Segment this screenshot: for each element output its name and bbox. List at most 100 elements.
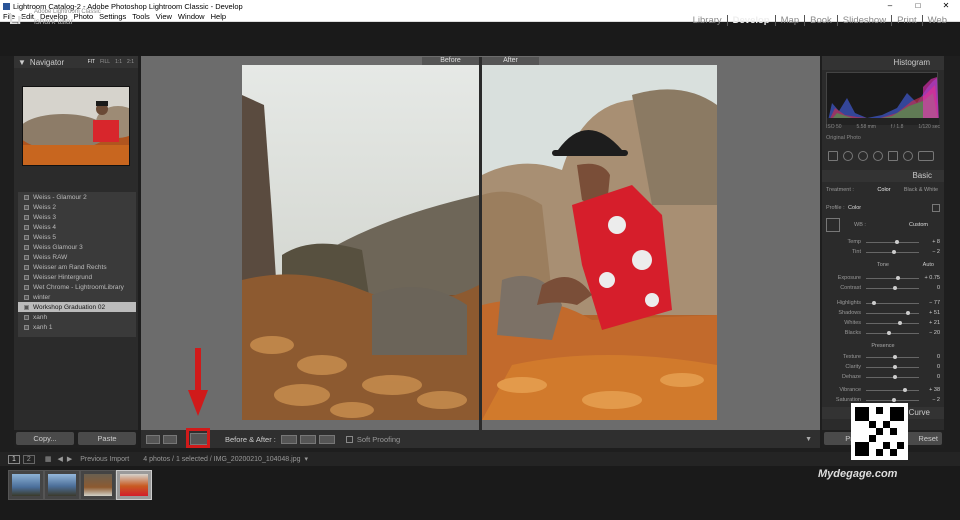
slider-knob[interactable] (895, 239, 900, 244)
minimize-button[interactable]: – (876, 0, 904, 12)
slider-temp[interactable]: Temp + 8 (826, 238, 940, 246)
slider-highlights[interactable]: Highlights − 77 (826, 299, 940, 307)
swap-before-after-button[interactable] (318, 434, 335, 444)
paste-button[interactable]: Paste (78, 432, 136, 445)
adjustment-brush-icon[interactable] (918, 151, 934, 161)
slider-value[interactable]: 0 (922, 364, 940, 370)
preset-item[interactable]: Weiss 3 (18, 212, 136, 222)
slider-knob[interactable] (902, 387, 907, 392)
slider-value[interactable]: + 21 (922, 320, 940, 326)
preset-item[interactable]: Weiss 5 (18, 232, 136, 242)
preset-item[interactable]: Weisser Hintergrund (18, 272, 136, 282)
menu-help[interactable]: Help (211, 12, 226, 21)
grid-icon[interactable] (828, 151, 838, 161)
slider-contrast[interactable]: Contrast 0 (826, 284, 940, 292)
slider-value[interactable]: 0 (922, 354, 940, 360)
toolbar-menu-icon[interactable]: ▼ (805, 436, 812, 443)
slider-blacks[interactable]: Blacks − 20 (826, 329, 940, 337)
slider-texture[interactable]: Texture 0 (826, 353, 940, 361)
preset-item[interactable]: Weiss 2 (18, 202, 136, 212)
slider-track[interactable] (866, 397, 919, 402)
profile-dropdown[interactable]: Color (848, 205, 861, 211)
menu-view[interactable]: View (156, 12, 172, 21)
slider-value[interactable]: + 38 (922, 387, 940, 393)
preset-item[interactable]: xanh (18, 312, 136, 322)
module-library[interactable]: Library (688, 15, 727, 26)
slider-knob[interactable] (887, 330, 892, 335)
slider-track[interactable] (866, 310, 919, 315)
preset-item[interactable]: Wet Chrome - LightroomLibrary (18, 282, 136, 292)
page-2[interactable]: 2 (22, 454, 35, 464)
maximize-button[interactable]: □ (904, 0, 932, 12)
before-image[interactable] (242, 65, 479, 420)
slider-knob[interactable] (892, 285, 897, 290)
slider-knob[interactable] (897, 320, 902, 325)
filmstrip-thumb-selected[interactable] (116, 470, 152, 500)
copy-before-to-after-button[interactable] (280, 434, 297, 444)
preset-item[interactable]: xanh 1 (18, 322, 136, 332)
before-after-left-right-button[interactable] (163, 434, 177, 444)
menu-tools[interactable]: Tools (132, 12, 150, 21)
preset-item[interactable]: Weiss - Glamour 2 (18, 192, 136, 202)
slider-knob[interactable] (892, 364, 897, 369)
slider-track[interactable] (866, 249, 919, 254)
zoom-fill[interactable]: FILL (100, 59, 110, 65)
preset-item[interactable]: Weiss 4 (18, 222, 136, 232)
preset-item[interactable]: Weiss RAW (18, 252, 136, 262)
module-develop[interactable]: Develop (726, 15, 775, 26)
slider-track[interactable] (866, 239, 919, 244)
filmstrip-dropdown-icon[interactable]: ▾ (304, 455, 308, 463)
zoom-1-1[interactable]: 1:1 (115, 59, 122, 65)
slider-value[interactable]: + 8 (922, 239, 940, 245)
slider-track[interactable] (866, 364, 919, 369)
filmstrip-thumb[interactable] (8, 470, 44, 500)
copy-button[interactable]: Copy... (16, 432, 74, 445)
filmstrip-thumb[interactable] (44, 470, 80, 500)
treatment-bw[interactable]: Black & White (902, 187, 940, 193)
slider-clarity[interactable]: Clarity 0 (826, 363, 940, 371)
module-book[interactable]: Book (804, 15, 837, 26)
slider-track[interactable] (866, 330, 919, 335)
slider-knob[interactable] (891, 249, 896, 254)
radial-filter-icon[interactable] (903, 151, 913, 161)
slider-value[interactable]: + 51 (922, 310, 940, 316)
slider-track[interactable] (866, 354, 919, 359)
slider-knob[interactable] (892, 374, 897, 379)
close-button[interactable]: ✕ (932, 0, 960, 12)
preset-item[interactable]: Workshop Graduation 02 (18, 302, 136, 312)
slider-knob[interactable] (905, 310, 910, 315)
after-image[interactable] (482, 65, 717, 420)
preset-item[interactable]: Weiss Glamour 3 (18, 242, 136, 252)
slider-knob[interactable] (896, 275, 901, 280)
histogram[interactable] (826, 72, 939, 125)
eyedropper-icon[interactable] (826, 217, 840, 232)
slider-track[interactable] (866, 285, 919, 290)
spot-removal-icon[interactable] (858, 151, 868, 161)
module-print[interactable]: Print (891, 15, 922, 26)
module-map[interactable]: Map (774, 15, 804, 26)
treatment-color[interactable]: Color (866, 187, 902, 193)
slider-value[interactable]: − 2 (922, 397, 940, 403)
menu-window[interactable]: Window (178, 12, 205, 21)
copy-after-to-before-button[interactable] (299, 434, 316, 444)
auto-button[interactable]: Auto (923, 262, 934, 268)
slider-track[interactable] (866, 320, 919, 325)
profile-browser-icon[interactable] (932, 203, 940, 212)
filmstrip-thumb[interactable] (80, 470, 116, 500)
basic-header[interactable]: Basic (822, 170, 944, 182)
slider-track[interactable] (866, 300, 919, 305)
slider-value[interactable]: 0 (922, 374, 940, 380)
slider-vibrance[interactable]: Vibrance + 38 (826, 386, 940, 394)
graduated-filter-icon[interactable] (888, 151, 898, 161)
slider-shadows[interactable]: Shadows + 51 (826, 309, 940, 317)
menu-settings[interactable]: Settings (99, 12, 126, 21)
zoom-2-1[interactable]: 2:1 (127, 59, 134, 65)
forward-arrow-icon[interactable]: ▶ (67, 455, 72, 463)
slider-exposure[interactable]: Exposure + 0.75 (826, 274, 940, 282)
slider-value[interactable]: − 77 (922, 300, 940, 306)
loupe-view-button[interactable] (146, 434, 160, 444)
grid-view-icon[interactable]: ▦ (45, 455, 52, 463)
menu-edit[interactable]: Edit (21, 12, 34, 21)
slider-knob[interactable] (892, 354, 897, 359)
crop-icon[interactable] (843, 151, 853, 161)
